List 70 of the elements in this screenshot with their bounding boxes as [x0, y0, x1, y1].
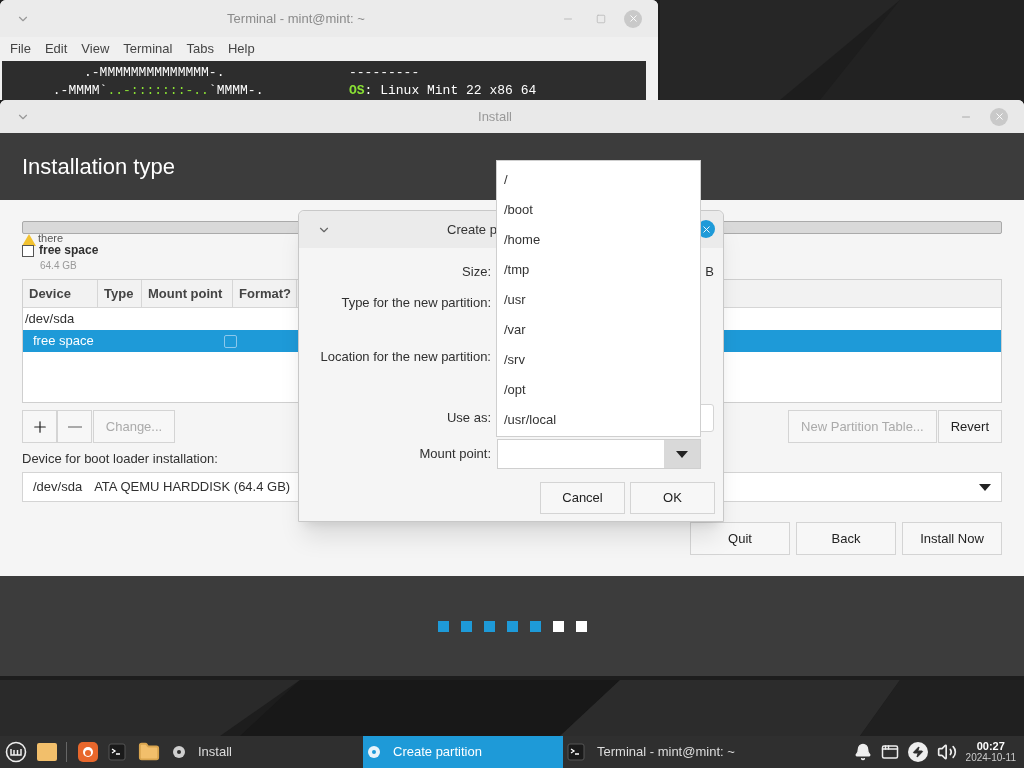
notification-icon[interactable] — [853, 743, 872, 761]
terminal-text: OS: Linux Mint 22 x86 64 — [349, 82, 537, 100]
menu-option[interactable]: /boot — [497, 195, 700, 225]
terminal-icon — [108, 743, 126, 761]
menu-option[interactable]: /usr/local — [497, 405, 700, 435]
menu-icon[interactable] — [5, 741, 27, 763]
dialog-button[interactable]: Cancel — [540, 482, 625, 514]
menu-option[interactable]: /tmp — [497, 255, 700, 285]
wizard-button[interactable]: Back — [796, 522, 896, 555]
legend-size: 64.4 GB — [40, 260, 77, 272]
window-title: Install — [478, 107, 512, 126]
menu-option[interactable]: /opt — [497, 375, 700, 405]
terminal-text: --------- — [349, 64, 420, 82]
menu-item[interactable]: File — [3, 39, 38, 59]
close-icon — [993, 111, 1005, 122]
menu-option[interactable]: / — [497, 165, 700, 195]
dialog-button[interactable]: OK — [630, 482, 715, 514]
clock-date[interactable]: 2024-10-11 — [965, 752, 1016, 764]
clock-time[interactable]: 00:27 — [976, 740, 1005, 752]
unit-label: B — [705, 263, 714, 282]
menu-option[interactable]: /home — [497, 225, 700, 255]
table-button[interactable]: Revert — [937, 410, 1002, 443]
disc-icon — [172, 745, 186, 759]
legend-label: free space — [39, 243, 99, 258]
field-label: Device for boot loader installation: — [22, 451, 218, 467]
caret-icon — [676, 450, 688, 458]
disc-icon — [367, 745, 381, 759]
menu-item[interactable]: Help — [220, 39, 262, 59]
add-button[interactable] — [22, 410, 57, 443]
taskbar-window-button[interactable]: Terminal - mint@mint: ~ — [563, 736, 758, 768]
field-label: Use as: — [445, 409, 491, 428]
wizard-button[interactable]: Quit — [690, 522, 790, 555]
field-label: Type for the new partition: — [340, 294, 491, 313]
volume-icon[interactable] — [936, 742, 957, 762]
format-checkbox[interactable] — [223, 334, 237, 348]
field-label: Location for the new partition: — [319, 348, 491, 367]
table-cell[interactable]: /dev/sda — [25, 309, 75, 329]
maximize-icon — [596, 13, 606, 24]
terminal-text: .-MMMM`..-:::::::-..`MMMM-. — [51, 82, 265, 100]
legend-text: there — [38, 232, 64, 244]
caret-icon — [979, 483, 991, 491]
column-header[interactable]: Device — [23, 280, 98, 307]
power-icon[interactable] — [907, 742, 928, 762]
menu-option[interactable]: /srv — [497, 345, 700, 375]
window-icon[interactable] — [880, 743, 899, 761]
column-header[interactable]: Format? — [233, 280, 297, 307]
menu-item[interactable]: Edit — [37, 39, 75, 59]
column-header[interactable]: Mount point — [142, 280, 233, 307]
column-header[interactable]: Type — [98, 280, 142, 307]
field-label: Size: — [461, 263, 491, 282]
close-icon — [700, 223, 712, 235]
menu-option[interactable]: /usr — [497, 285, 700, 315]
field-label: Mount point: — [418, 445, 491, 464]
close-icon — [627, 13, 639, 25]
dialog-title: Create p — [447, 220, 497, 239]
minus-icon — [67, 425, 82, 428]
window-title: Terminal - mint@mint: ~ — [227, 9, 365, 28]
taskbar-window-button[interactable]: Install — [168, 736, 363, 768]
files-icon[interactable] — [36, 742, 58, 762]
folder-icon[interactable] — [138, 741, 160, 763]
menu-item[interactable]: View — [74, 39, 117, 59]
menu-item[interactable]: Tabs — [179, 39, 221, 59]
terminal-icon — [567, 743, 585, 761]
wizard-button[interactable]: Install Now — [902, 522, 1002, 555]
menu-item[interactable]: Terminal — [116, 39, 180, 59]
terminal-text: .-MMMMMMMMMMMMMM-. — [83, 64, 226, 82]
menu-option[interactable]: /var — [497, 315, 700, 345]
browser-icon[interactable] — [77, 741, 99, 763]
page-heading: Installation type — [22, 153, 175, 181]
legend-swatch — [22, 245, 34, 257]
